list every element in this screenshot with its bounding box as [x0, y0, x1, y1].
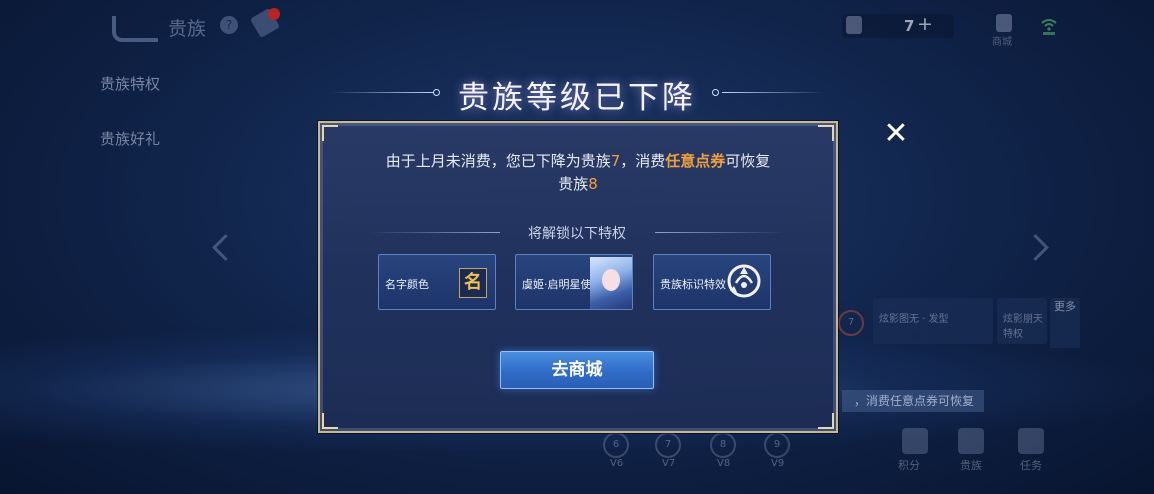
noble-label: 贵族	[960, 459, 982, 472]
tier-v6-icon[interactable]: 6	[603, 432, 629, 458]
help-icon[interactable]: ?	[220, 16, 238, 34]
currency-value: 7	[904, 17, 915, 35]
skin-avatar-icon	[590, 257, 632, 309]
tier-v9-icon[interactable]: 9	[764, 432, 790, 458]
background-card: 炫影朋天 特权	[997, 298, 1047, 344]
frame-corner	[322, 125, 338, 141]
ticket-highlight: 任意点券	[665, 152, 726, 170]
privilege-name-color[interactable]: 名字颜色 名	[378, 254, 496, 310]
unlock-title: 将解锁以下特权	[528, 226, 626, 242]
more-button[interactable]: 更多	[1050, 298, 1080, 348]
noble-icon[interactable]	[958, 428, 984, 454]
task-icon[interactable]	[1018, 428, 1044, 454]
back-arrow-icon[interactable]	[112, 16, 158, 42]
level-drop-message: 由于上月未消费，您已下降为贵族7，消费任意点券可恢复 贵族8	[320, 150, 836, 196]
shop-icon[interactable]	[996, 14, 1012, 32]
tier-badge-icon: 7	[838, 310, 864, 336]
privilege-label: 名字颜色	[385, 278, 429, 291]
name-color-icon: 名	[459, 268, 487, 298]
tier-v7-icon[interactable]: 7	[655, 432, 681, 458]
tier-label: V6	[610, 458, 624, 469]
unlock-divider-right	[655, 232, 785, 233]
task-label: 任务	[1020, 459, 1042, 472]
points-label: 积分	[898, 459, 920, 472]
tier-v8-icon[interactable]: 8	[710, 432, 736, 458]
shop-label: 商城	[992, 37, 1012, 48]
restore-level: 8	[588, 175, 598, 193]
message-text: ，消费	[620, 152, 666, 170]
frame-corner	[818, 413, 834, 429]
tier-label: V9	[771, 458, 785, 469]
hint-text: ，消费任意点券可恢复	[842, 390, 984, 412]
privilege-label: 虞姬·启明星使	[522, 278, 592, 291]
coupon-icon	[846, 16, 862, 34]
privilege-label: 贵族标识特效	[660, 278, 726, 291]
add-currency-button[interactable]: +	[917, 13, 933, 35]
go-to-shop-button[interactable]: 去商城	[500, 351, 654, 389]
background-card: 炫影图无 · 发型	[873, 298, 993, 344]
privilege-emblem[interactable]: 贵族标识特效	[653, 254, 771, 310]
title-divider-dot	[712, 89, 719, 96]
wifi-icon	[1041, 19, 1057, 35]
frame-corner	[322, 413, 338, 429]
current-level: 7	[610, 152, 621, 170]
points-icon[interactable]	[902, 428, 928, 454]
modal-title: 贵族等级已下降	[458, 80, 696, 116]
side-tab-gifts[interactable]: 贵族好礼	[100, 128, 160, 149]
close-icon[interactable]: ✕	[880, 118, 912, 150]
privilege-skin[interactable]: 虞姬·启明星使	[515, 254, 633, 310]
title-divider-right	[722, 92, 826, 93]
frame-corner	[818, 125, 834, 141]
message-text: 可恢复	[725, 152, 771, 170]
tier-label: V7	[662, 458, 676, 469]
tier-label: V8	[717, 458, 731, 469]
noble-emblem-icon	[727, 264, 761, 298]
new-badge	[268, 8, 280, 20]
message-text: 贵族	[558, 175, 589, 193]
page-title: 贵族	[168, 18, 207, 40]
message-text: 由于上月未消费，您已下降为贵族	[385, 152, 611, 170]
